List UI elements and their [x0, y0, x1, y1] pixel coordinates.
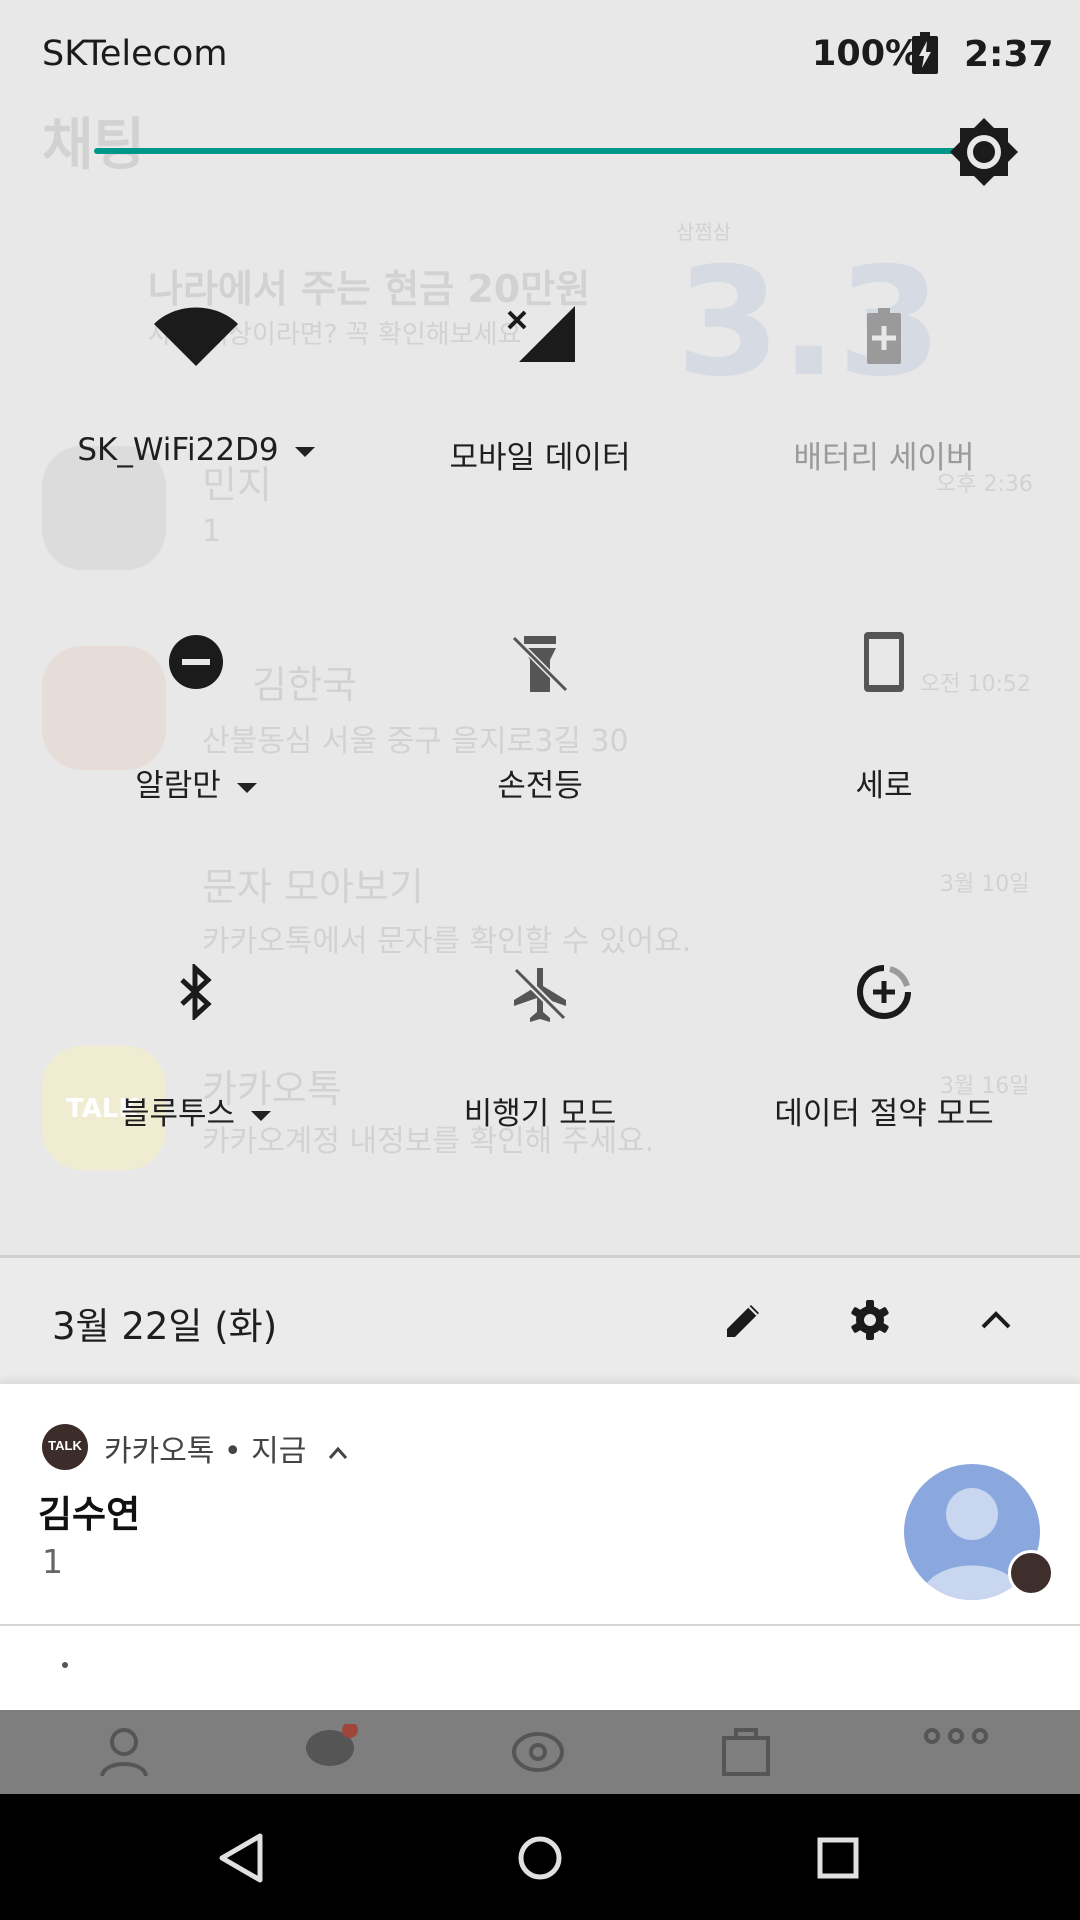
tile-wifi[interactable]: SK_WiFi22D9	[24, 300, 368, 520]
carrier-name: SKTelecom	[42, 34, 228, 74]
app-icon-label: TALK	[48, 1438, 82, 1453]
notification-card-collapsed[interactable]	[0, 1626, 1080, 1710]
tile-do-not-disturb[interactable]: 알람만	[24, 630, 368, 850]
status-bar: SKTelecom 100% 2:37	[0, 0, 1080, 108]
view-icon	[512, 1732, 564, 1772]
system-nav-bar	[0, 1794, 1080, 1920]
battery-saver-icon	[867, 308, 901, 364]
edit-button[interactable]	[712, 1288, 776, 1352]
more-icon	[924, 1728, 988, 1744]
kakaotalk-app-icon: TALK	[42, 1424, 88, 1470]
date-label: 3월 22일 (화)	[52, 1305, 278, 1348]
airplane-off-icon	[513, 967, 567, 1022]
notification-header[interactable]: 카카오톡 • 지금	[104, 1426, 348, 1470]
tile-label: 세로	[855, 768, 913, 804]
bg-title: 채팅	[42, 113, 146, 178]
bg-chat-preview: 카카오톡에서 문자를 확인할 수 있어요.	[202, 924, 692, 959]
tile-label: 데이터 절약 모드	[774, 1096, 994, 1132]
bg-chat-name: 문자 모아보기	[202, 865, 424, 909]
notification-app-time: 카카오톡 • 지금	[104, 1434, 307, 1469]
mobile-data-off-icon	[507, 306, 575, 362]
brightness-slider[interactable]	[94, 148, 984, 154]
brightness-icon[interactable]	[948, 116, 1020, 188]
tile-label: 모바일 데이터	[449, 440, 631, 476]
tile-orientation[interactable]: 세로	[712, 630, 1056, 850]
flashlight-off-icon	[511, 635, 569, 693]
do-not-disturb-icon	[169, 635, 223, 689]
tile-airplane-mode[interactable]: 비행기 모드	[368, 960, 712, 1180]
tile-label: 블루투스	[120, 1096, 236, 1132]
tile-data-saver[interactable]: 데이터 절약 모드	[712, 960, 1056, 1180]
expand-caret-icon[interactable]	[294, 446, 315, 457]
chats-icon	[306, 1724, 358, 1766]
settings-button[interactable]	[838, 1288, 902, 1352]
tile-label: SK_WiFi22D9	[77, 432, 279, 468]
pencil-icon	[727, 1305, 759, 1337]
gear-icon	[851, 1300, 889, 1340]
portrait-icon	[864, 632, 904, 692]
bg-bottom-nav	[0, 1710, 1080, 1794]
battery-percent: 100%	[812, 34, 921, 74]
bluetooth-icon	[180, 964, 212, 1020]
shopping-icon	[722, 1728, 770, 1776]
back-icon[interactable]	[210, 1828, 270, 1888]
expand-caret-icon[interactable]	[251, 1110, 272, 1121]
data-saver-icon	[857, 965, 911, 1019]
tile-label: 손전등	[497, 768, 583, 804]
battery-charging-icon	[912, 32, 938, 74]
clock: 2:37	[964, 34, 1054, 75]
chevron-up-icon	[328, 1446, 348, 1459]
dot-icon	[62, 1662, 68, 1668]
recents-icon[interactable]	[808, 1828, 868, 1888]
tile-battery-saver[interactable]: 배터리 세이버	[712, 300, 1056, 520]
notification-body: 1	[42, 1542, 63, 1581]
notification-title: 김수연	[38, 1493, 141, 1536]
wifi-icon	[154, 307, 238, 366]
friends-icon	[100, 1728, 148, 1777]
bg-chat-time: 3월 10일	[940, 872, 1030, 897]
tile-mobile-data[interactable]: 모바일 데이터	[368, 300, 712, 520]
tile-label: 알람만	[135, 768, 221, 804]
tile-label: 배터리 세이버	[793, 440, 975, 476]
tile-flashlight[interactable]: 손전등	[368, 630, 712, 850]
tile-label: 비행기 모드	[463, 1096, 617, 1132]
expand-caret-icon[interactable]	[236, 782, 257, 793]
date-row: 3월 22일 (화)	[0, 1258, 1080, 1384]
collapse-button[interactable]	[964, 1288, 1028, 1352]
chevron-up-icon	[981, 1311, 1011, 1329]
tile-bluetooth[interactable]: 블루투스	[24, 960, 368, 1180]
home-icon[interactable]	[510, 1828, 570, 1888]
reply-badge-icon	[1008, 1550, 1054, 1596]
